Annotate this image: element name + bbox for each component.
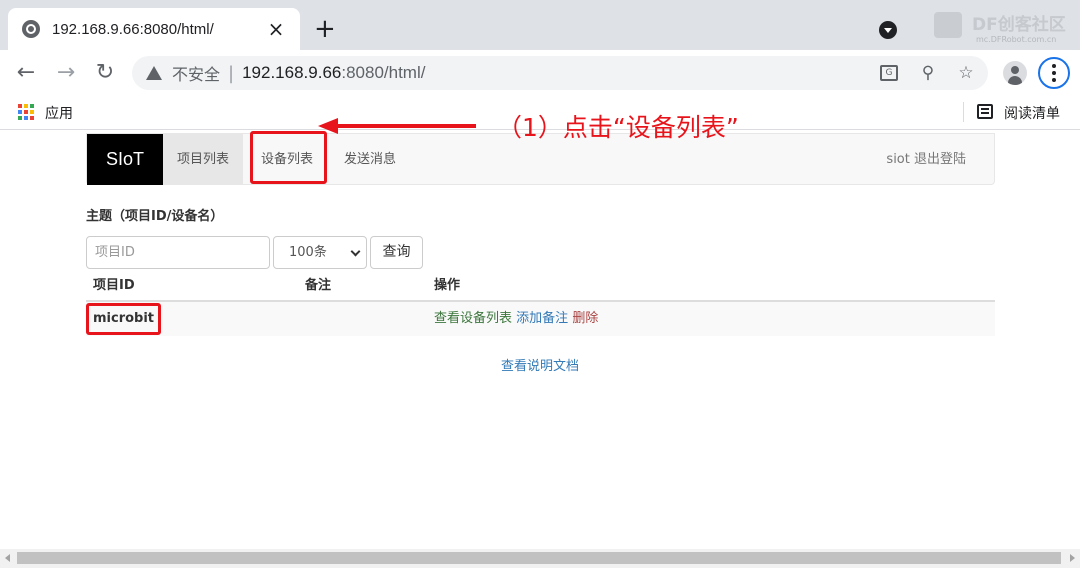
forward-icon[interactable]: → <box>53 60 79 86</box>
menu-icon[interactable] <box>1038 57 1070 89</box>
security-label[interactable]: 不安全 <box>172 61 220 85</box>
tab-close-button[interactable]: × <box>266 19 286 39</box>
globe-icon <box>22 20 40 38</box>
reading-list-icon[interactable] <box>977 104 993 119</box>
delete-link[interactable]: 删除 <box>572 311 598 326</box>
limit-select[interactable]: 100条 <box>273 236 367 269</box>
project-id-input[interactable] <box>86 236 270 269</box>
header-actions: 操作 <box>434 278 461 293</box>
browser-tabstrip: 192.168.9.66:8080/html/ × + DF创客社区 mc.DF… <box>0 0 1080 50</box>
annotation-arrow <box>318 118 476 134</box>
profile-icon[interactable] <box>1003 61 1027 85</box>
section-title: 主题（项目ID/设备名） <box>86 209 224 224</box>
nav-item-send-message[interactable]: 发送消息 <box>330 134 410 185</box>
documentation-link-text[interactable]: 查看说明文档 <box>501 359 579 374</box>
page-content: SIoT 项目列表 设备列表 发送消息 siot 退出登陆 主题（项目ID/设备… <box>0 131 1080 549</box>
documentation-link: 查看说明文档 <box>0 355 1080 374</box>
watermark: DF创客社区 mc.DFRobot.com.cn <box>930 4 1075 48</box>
tab-search-icon[interactable] <box>879 21 897 39</box>
logout-link[interactable]: siot 退出登陆 <box>886 134 966 185</box>
chevron-down-icon <box>350 246 361 257</box>
annotation-box-device-list <box>250 131 327 184</box>
table-header: 项目ID 备注 操作 <box>86 271 995 302</box>
horizontal-scrollbar[interactable] <box>0 549 1080 568</box>
header-note: 备注 <box>305 278 332 293</box>
annotation-text: （1）点击“设备列表” <box>497 113 739 142</box>
nav-item-project-list[interactable]: 项目列表 <box>163 134 244 185</box>
browser-tab[interactable]: 192.168.9.66:8080/html/ × <box>8 8 300 50</box>
new-tab-button[interactable]: + <box>314 14 336 44</box>
watermark-logo-icon <box>934 12 962 38</box>
reading-list-label[interactable]: 阅读清单 <box>1004 103 1060 123</box>
apps-label[interactable]: 应用 <box>45 103 73 123</box>
table-row: microbit 查看设备列表 添加备注 删除 <box>86 302 995 336</box>
zoom-icon[interactable]: ⚲ <box>918 63 938 83</box>
row-actions: 查看设备列表 添加备注 删除 <box>434 302 598 336</box>
project-table: 项目ID 备注 操作 microbit 查看设备列表 添加备注 删除 <box>86 271 995 336</box>
url-text[interactable]: 192.168.9.66:8080/html/ <box>242 63 425 83</box>
apps-icon[interactable] <box>18 104 34 120</box>
scroll-right-icon[interactable] <box>1070 554 1075 562</box>
omnibox-divider: | <box>228 62 235 84</box>
bookmarks-divider <box>963 102 964 122</box>
scrollbar-thumb[interactable] <box>17 552 1061 564</box>
reload-icon[interactable]: ↻ <box>92 60 118 86</box>
brand-logo[interactable]: SIoT <box>87 134 163 185</box>
scroll-left-icon[interactable] <box>5 554 10 562</box>
watermark-text: DF创客社区 <box>972 15 1066 35</box>
translate-icon[interactable]: G <box>880 65 898 81</box>
browser-toolbar: ← → ↻ 不安全 | 192.168.9.66:8080/html/ G ⚲ … <box>0 50 1080 96</box>
warning-icon <box>146 66 162 80</box>
view-device-list-link[interactable]: 查看设备列表 <box>434 311 512 326</box>
header-project-id: 项目ID <box>93 278 135 293</box>
back-icon[interactable]: ← <box>13 60 39 86</box>
star-icon[interactable]: ☆ <box>956 63 976 83</box>
url-rest: :8080/html/ <box>341 63 426 82</box>
add-note-link[interactable]: 添加备注 <box>516 311 568 326</box>
tab-title: 192.168.9.66:8080/html/ <box>52 20 214 38</box>
address-bar[interactable]: 不安全 | 192.168.9.66:8080/html/ G ⚲ ☆ <box>132 56 988 90</box>
annotation-box-microbit <box>86 303 161 335</box>
url-host: 192.168.9.66 <box>242 63 342 82</box>
limit-select-value: 100条 <box>289 245 327 260</box>
query-button[interactable]: 查询 <box>370 236 423 269</box>
watermark-subtext: mc.DFRobot.com.cn <box>976 35 1057 44</box>
